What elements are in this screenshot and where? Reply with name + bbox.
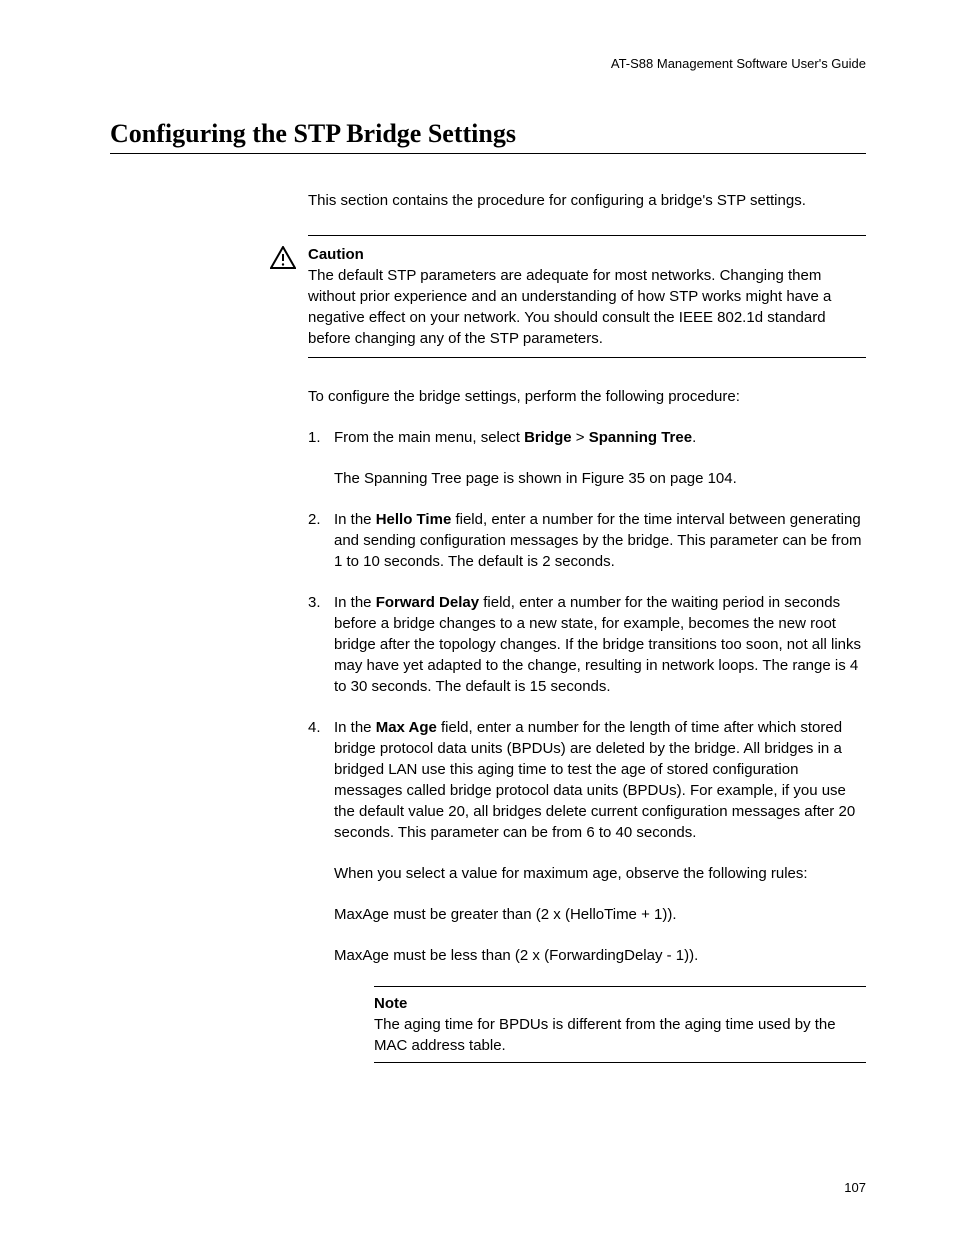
step-4-followup-2: MaxAge must be greater than (2 x (HelloT…: [334, 904, 866, 925]
intro-paragraph: This section contains the procedure for …: [308, 190, 866, 211]
note-block: Note The aging time for BPDUs is differe…: [374, 986, 866, 1063]
note-label: Note: [374, 993, 866, 1014]
caution-icon: [270, 246, 296, 270]
step-3-text-pre: In the: [334, 594, 376, 611]
step-2-text-pre: In the: [334, 511, 376, 528]
step-2: In the Hello Time field, enter a number …: [308, 509, 866, 572]
step-1-bold-bridge: Bridge: [524, 429, 572, 446]
note-body: The aging time for BPDUs is different fr…: [374, 1014, 866, 1056]
document-header: AT-S88 Management Software User's Guide: [110, 56, 866, 71]
section-title: Configuring the STP Bridge Settings: [110, 119, 866, 154]
step-1-text-mid: >: [572, 429, 589, 446]
page-number: 107: [844, 1180, 866, 1195]
caution-block: Caution The default STP parameters are a…: [308, 235, 866, 358]
procedure-intro: To configure the bridge settings, perfor…: [308, 386, 866, 407]
caution-text: Caution The default STP parameters are a…: [308, 244, 866, 349]
step-2-bold: Hello Time: [376, 511, 452, 528]
step-4-followup-1: When you select a value for maximum age,…: [334, 863, 866, 884]
step-1-followup: The Spanning Tree page is shown in Figur…: [334, 468, 866, 489]
step-3-bold: Forward Delay: [376, 594, 479, 611]
caution-label: Caution: [308, 244, 866, 265]
step-1-bold-spanning: Spanning Tree: [589, 429, 692, 446]
step-4: In the Max Age field, enter a number for…: [308, 717, 866, 1063]
step-4-followup-3: MaxAge must be less than (2 x (Forwardin…: [334, 945, 866, 966]
caution-body: The default STP parameters are adequate …: [308, 267, 831, 347]
step-1-text-post: .: [692, 429, 696, 446]
step-4-bold: Max Age: [376, 719, 437, 736]
step-1-text-pre: From the main menu, select: [334, 429, 524, 446]
step-3: In the Forward Delay field, enter a numb…: [308, 592, 866, 697]
step-1: From the main menu, select Bridge > Span…: [308, 427, 866, 489]
steps-list: From the main menu, select Bridge > Span…: [308, 427, 866, 1063]
step-4-text-post: field, enter a number for the length of …: [334, 719, 855, 841]
content-area: This section contains the procedure for …: [308, 190, 866, 1063]
step-4-text-pre: In the: [334, 719, 376, 736]
